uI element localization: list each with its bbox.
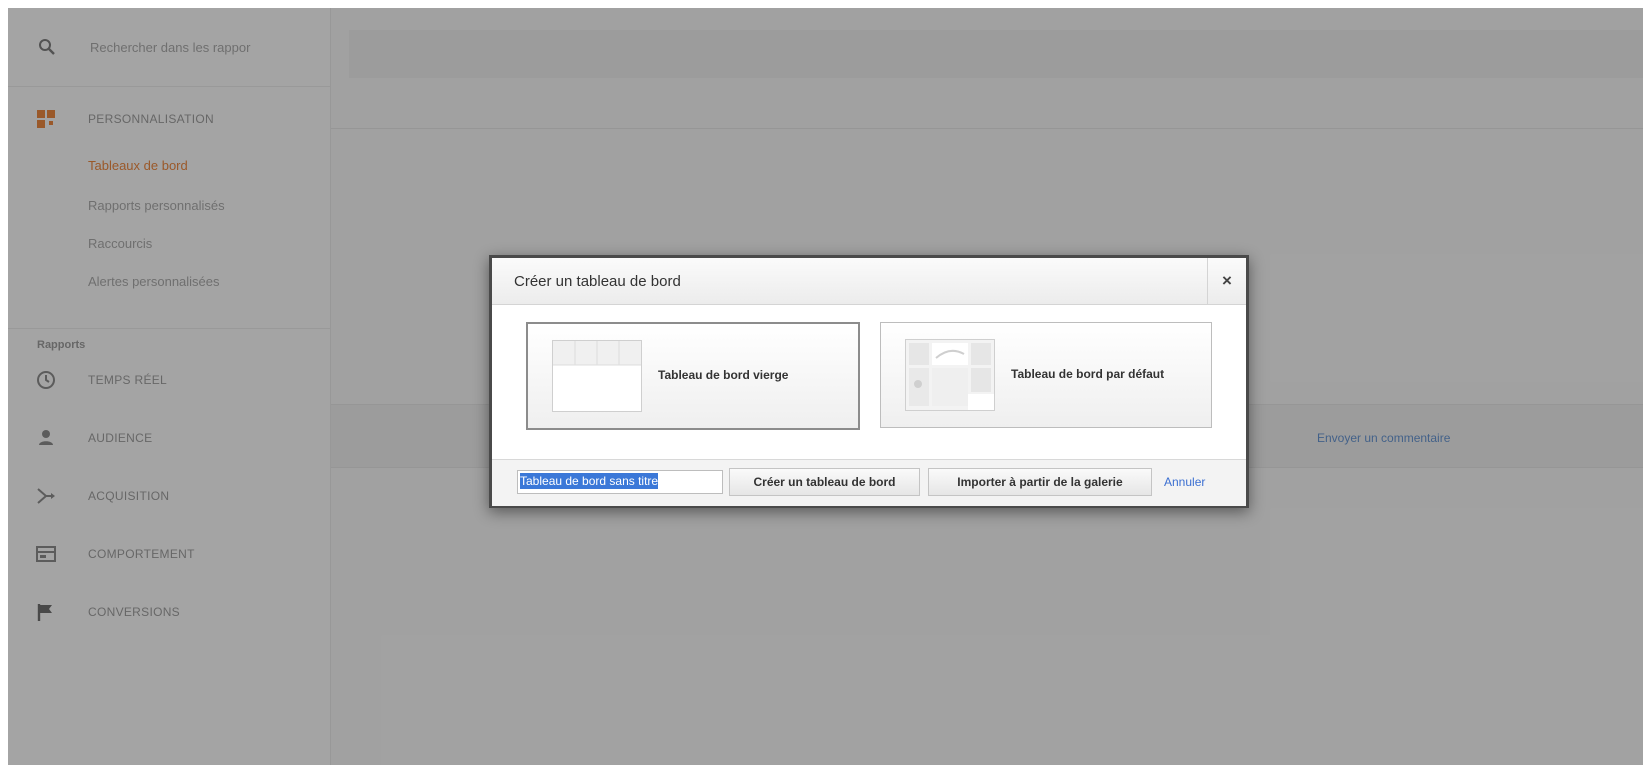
create-dashboard-dialog: Créer un tableau de bord × Tableau de bo… — [489, 255, 1249, 508]
default-dashboard-thumbnail — [905, 339, 995, 411]
dashboard-name-value: Tableau de bord sans titre — [520, 473, 659, 489]
blank-dashboard-label: Tableau de bord vierge — [658, 368, 789, 382]
cancel-link[interactable]: Annuler — [1164, 475, 1205, 489]
close-icon[interactable]: × — [1207, 258, 1246, 304]
default-dashboard-label: Tableau de bord par défaut — [1011, 367, 1165, 381]
blank-dashboard-option[interactable]: Tableau de bord vierge — [526, 322, 860, 430]
blank-dashboard-thumbnail — [552, 340, 642, 412]
dialog-title: Créer un tableau de bord — [514, 273, 681, 290]
import-from-gallery-button[interactable]: Importer à partir de la galerie — [928, 468, 1152, 496]
create-dashboard-button[interactable]: Créer un tableau de bord — [729, 468, 920, 496]
dialog-header: Créer un tableau de bord × — [492, 258, 1246, 305]
dialog-footer: Tableau de bord sans titre Créer un tabl… — [492, 459, 1246, 506]
dashboard-name-input[interactable]: Tableau de bord sans titre — [517, 470, 723, 494]
default-dashboard-option[interactable]: Tableau de bord par défaut — [880, 322, 1212, 428]
